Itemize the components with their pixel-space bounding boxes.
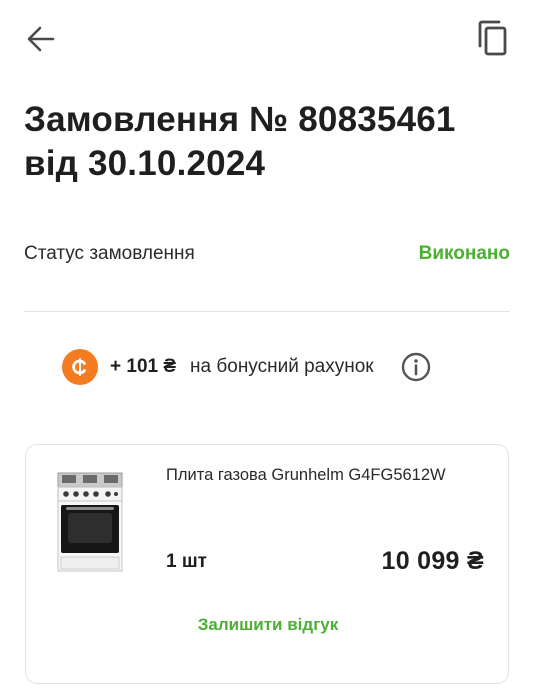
info-icon — [401, 352, 430, 382]
back-button[interactable] — [22, 22, 60, 56]
product-name[interactable]: Плита газова Grunhelm G4FG5612W — [166, 464, 496, 486]
copy-icon — [478, 20, 507, 56]
bonus-row: + 101 ₴ на бонусний рахунок — [62, 348, 432, 386]
page-title: Замовлення № 80835461 від 30.10.2024 — [24, 98, 514, 186]
leave-review-button[interactable]: Залишити відгук — [26, 615, 510, 635]
product-price: 10 099 ₴ — [381, 547, 484, 575]
status-label: Статус замовлення — [24, 243, 195, 264]
product-card: Плита газова Grunhelm G4FG5612W 1 шт 10 … — [25, 444, 509, 684]
bonus-amount: + 101 ₴ — [110, 356, 177, 377]
copy-order-button[interactable] — [472, 18, 512, 58]
order-number: Замовлення № 80835461 — [24, 100, 456, 139]
arrow-left-icon — [27, 26, 55, 52]
top-bar — [0, 0, 534, 80]
product-quantity: 1 шт — [166, 551, 207, 572]
info-button[interactable] — [400, 351, 432, 383]
gas-stove-image[interactable] — [56, 469, 124, 573]
bonus-text: на бонусний рахунок — [190, 356, 374, 377]
divider — [24, 311, 510, 312]
status-value: Виконано — [418, 243, 510, 264]
order-status-row: Статус замовлення Виконано — [24, 238, 510, 270]
leave-review-label: Залишити відгук — [197, 615, 339, 634]
bonus-coin-icon — [62, 349, 98, 385]
order-date: від 30.10.2024 — [24, 144, 266, 183]
